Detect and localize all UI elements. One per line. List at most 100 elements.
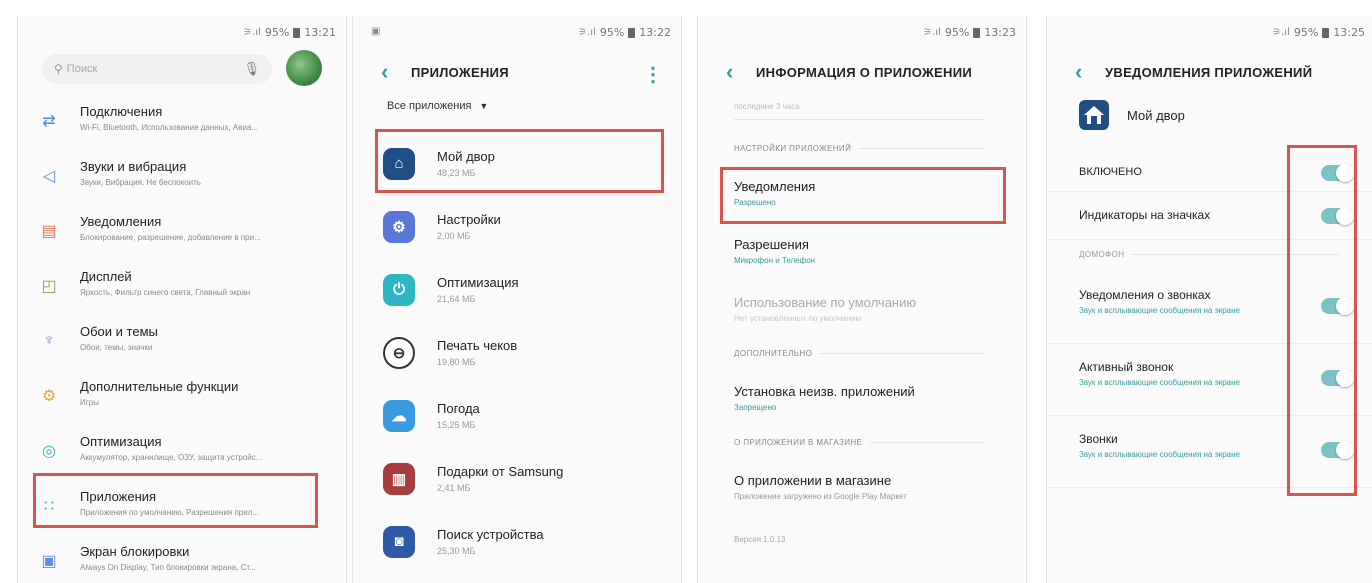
- section-header-store: О ПРИЛОЖЕНИИ В МАГАЗИНЕ: [698, 438, 1026, 447]
- settings-item[interactable]: ⚙ Дополнительные функции Игры: [18, 371, 346, 426]
- section-header-app-settings: НАСТРОЙКИ ПРИЛОЖЕНИЙ: [698, 144, 1026, 153]
- themes-icon: ♆: [43, 332, 55, 349]
- clock: 13:23: [984, 26, 1016, 39]
- settings-item-title: Дополнительные функции: [80, 379, 239, 394]
- settings-item-title: Звуки и вибрация: [80, 159, 187, 174]
- call-notifications-title: Уведомления о звонках: [1079, 288, 1211, 302]
- settings-item[interactable]: ◰ Дисплей Яркость, Фильтр синего света, Гл…: [18, 261, 346, 316]
- back-arrow-icon[interactable]: ‹: [1075, 61, 1105, 83]
- app-name: Настройки: [437, 212, 501, 227]
- settings-item[interactable]: ⇄ Подключения Wi-Fi, Bluetooth, Использова…: [18, 96, 346, 151]
- permissions-setting-value: Микрофон и Телефон: [734, 256, 816, 265]
- store-info-setting[interactable]: О приложении в магазине Приложение загру…: [698, 473, 1026, 501]
- lock-screen-icon: ▣: [41, 553, 57, 570]
- app-version: Версия 1.0.13: [734, 535, 786, 544]
- highlight-apps-item: [33, 473, 318, 528]
- settings-item-title: Подключения: [80, 104, 163, 119]
- app-list-item[interactable]: ⊖ Печать чеков 19,80 МБ: [353, 321, 681, 384]
- settings-item-title: Дисплей: [80, 269, 132, 284]
- settings-item-subtitle: Яркость, Фильтр синего света, Главный эк…: [80, 288, 251, 297]
- signal-icon: ⚞.ıl: [1272, 27, 1290, 38]
- highlight-my-yard-app: [375, 129, 664, 193]
- settings-item[interactable]: ♆ Обои и темы Обои, темы, значки: [18, 316, 346, 371]
- status-bar: ⚞.ıl 95% 13:25: [1272, 26, 1365, 39]
- calls-title: Звонки: [1079, 432, 1118, 446]
- battery-icon: [628, 27, 636, 38]
- app-size: 2,41 МБ: [437, 483, 471, 493]
- avatar[interactable]: [286, 50, 322, 86]
- app-name: Печать чеков: [437, 338, 518, 353]
- status-bar: ⚞.ıl 95% 13:21: [243, 26, 336, 39]
- my-yard-house-icon: [1079, 100, 1109, 130]
- settings-item[interactable]: ◁ Звуки и вибрация Звуки, Вибрация, Не бес…: [18, 151, 346, 206]
- settings-app-icon: ⚙: [383, 210, 415, 243]
- apps-filter-label: Все приложения: [387, 100, 472, 112]
- back-arrow-icon[interactable]: ‹: [726, 61, 756, 83]
- dropdown-caret-icon: ▼: [479, 101, 489, 111]
- battery-icon: [293, 27, 301, 38]
- settings-item-title: Оптимизация: [80, 434, 162, 449]
- apps-list: ⌂ Мой двор 48,23 МБ ⚙ Настройки 2,00 МБ ⏻ Оптим…: [353, 132, 681, 573]
- divider: [734, 119, 984, 120]
- connections-icon: ⇄: [42, 113, 56, 130]
- settings-item[interactable]: ▤ Уведомления Блокирование, разрешение, до…: [18, 206, 346, 261]
- default-usage-title: Использование по умолчанию: [734, 295, 917, 310]
- app-list-item[interactable]: ▥ Подарки от Samsung 2,41 МБ: [353, 447, 681, 510]
- app-list-item[interactable]: ☁ Погода 15,25 МБ: [353, 384, 681, 447]
- settings-item-subtitle: Аккумулятор, хранилище, ОЗУ, защита устр…: [80, 453, 263, 462]
- status-bar: ⚞.ıl 95% 13:23: [923, 26, 1016, 39]
- app-name: Поиск устройства: [437, 527, 544, 542]
- battery-level: 95%: [599, 26, 625, 39]
- status-bar: ⚞.ıl 95% 13:22: [578, 26, 671, 39]
- app-list-item[interactable]: ◙ Поиск устройства 25,30 МБ: [353, 510, 681, 573]
- app-name: Оптимизация: [437, 275, 519, 290]
- settings-item[interactable]: ▣ Экран блокировки Always On Display, Тип …: [18, 536, 346, 583]
- permissions-setting-title: Разрешения: [734, 237, 809, 252]
- battery-icon: [973, 27, 981, 38]
- active-call-sub: Звук и всплывающие сообщения на экране: [1079, 378, 1240, 387]
- app-header: Мой двор: [1079, 100, 1185, 130]
- find-device-icon: ◙: [383, 525, 415, 558]
- settings-item-subtitle: Звуки, Вибрация, Не беспокоить: [80, 178, 201, 187]
- notifications-icon: ▤: [41, 223, 57, 240]
- permissions-setting[interactable]: Разрешения Микрофон и Телефон: [698, 237, 1026, 265]
- page-title: УВЕДОМЛЕНИЯ ПРИЛОЖЕНИЙ: [1105, 64, 1313, 80]
- microphone-icon[interactable]: 🎙︎: [243, 61, 260, 77]
- default-usage-value: Нет установленных по умолчанию: [734, 314, 862, 323]
- settings-item-subtitle: Wi-Fi, Bluetooth, Использование данных, …: [80, 123, 259, 132]
- app-info-list: последние 3 часа НАСТРОЙКИ ПРИЛОЖЕНИЙ Ув…: [698, 92, 1026, 544]
- gallery-notification-icon: ▣: [371, 26, 381, 37]
- search-input[interactable]: ⚲ Поиск 🎙︎: [42, 54, 272, 84]
- apps-filter-dropdown[interactable]: Все приложения ▼: [387, 100, 488, 112]
- app-bar: ‹ УВЕДОМЛЕНИЯ ПРИЛОЖЕНИЙ: [1047, 56, 1372, 88]
- app-list-item[interactable]: ⚙ Настройки 2,00 МБ: [353, 195, 681, 258]
- store-info-title: О приложении в магазине: [734, 473, 892, 488]
- unknown-apps-setting[interactable]: Установка неизв. приложений Запрещено: [698, 384, 1026, 412]
- settings-item-title: Обои и темы: [80, 324, 158, 339]
- battery-level: 95%: [944, 26, 970, 39]
- active-call-title: Активный звонок: [1079, 360, 1174, 374]
- battery-level: 95%: [1293, 26, 1319, 39]
- battery-level: 95%: [264, 26, 290, 39]
- unknown-apps-value: Запрещено: [734, 403, 777, 412]
- signal-icon: ⚞.ıl: [923, 27, 941, 38]
- badges-label: Индикаторы на значках: [1079, 208, 1211, 222]
- app-list-item[interactable]: ⏻ Оптимизация 21,64 МБ: [353, 258, 681, 321]
- calls-sub: Звук и всплывающие сообщения на экране: [1079, 450, 1240, 459]
- weather-icon: ☁: [383, 399, 415, 432]
- highlight-notifications-setting: [720, 167, 1006, 224]
- back-arrow-icon[interactable]: ‹: [381, 61, 411, 83]
- more-options-icon[interactable]: ⋮: [643, 62, 663, 87]
- receipt-print-icon: ⊖: [383, 336, 415, 369]
- enabled-label: ВКЛЮЧЕНО: [1079, 166, 1142, 178]
- call-notifications-sub: Звук и всплывающие сообщения на экране: [1079, 306, 1240, 315]
- page-title: ИНФОРМАЦИЯ О ПРИЛОЖЕНИИ: [756, 64, 972, 80]
- apps-screen: ▣ ⚞.ıl 95% 13:22 ‹ ПРИЛОЖЕНИЯ ⋮ Все прил…: [352, 16, 682, 583]
- unknown-apps-title: Установка неизв. приложений: [734, 384, 915, 399]
- settings-item-subtitle: Игры: [80, 398, 99, 407]
- signal-icon: ⚞.ıl: [578, 27, 596, 38]
- store-info-value: Приложение загружено из Google Play Марк…: [734, 492, 907, 501]
- settings-item-title: Уведомления: [80, 214, 162, 229]
- default-usage-setting: Использование по умолчанию Нет установле…: [698, 295, 1026, 323]
- display-icon: ◰: [41, 278, 57, 295]
